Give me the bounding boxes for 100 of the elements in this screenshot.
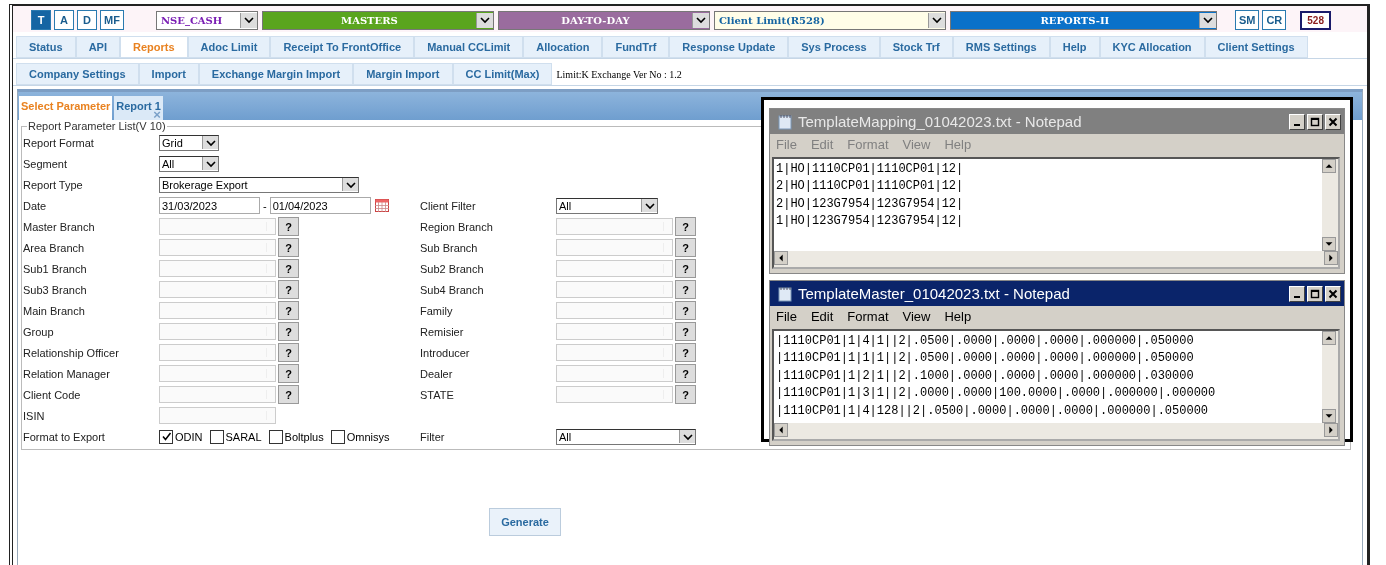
menu-item[interactable]: Format [847,309,889,324]
lookup-button[interactable]: ? [675,385,696,404]
horizontal-scrollbar[interactable] [774,423,1338,439]
input-field[interactable] [159,260,276,277]
input-field[interactable] [556,281,673,298]
nav-tab[interactable]: FundTrf [602,36,670,58]
menu-item[interactable]: Help [944,309,972,324]
toolbar-button[interactable]: CR [1262,10,1287,30]
nav-tab[interactable]: Response Update [669,36,789,58]
nav-tab[interactable]: CC Limit(Max) [452,63,553,85]
input-field[interactable] [556,260,673,277]
nav-tab[interactable]: KYC Allocation [1099,36,1205,58]
calendar-icon[interactable] [374,199,389,212]
lookup-button[interactable]: ? [675,238,696,257]
minimize-icon[interactable] [1289,113,1305,130]
nav-tab[interactable]: Status [16,36,76,58]
nav-tab[interactable]: Adoc Limit [187,36,271,58]
select-field[interactable]: Grid [159,134,219,151]
select-field[interactable]: Brokerage Export [159,176,359,193]
nav-tab[interactable]: Help [1049,36,1100,58]
select-field[interactable]: All [159,155,219,172]
date-field[interactable]: 31/03/2023 [159,197,260,214]
nav-tab[interactable]: Sys Process [788,36,880,58]
field-label: STATE [420,388,455,401]
nav-tab[interactable]: Manual CCLimit [414,36,524,58]
nav-tab[interactable]: Receipt To FrontOffice [270,36,415,58]
lookup-button[interactable]: ? [675,280,696,299]
lookup-button[interactable]: ? [278,343,299,362]
lookup-button[interactable]: ? [675,322,696,341]
lookup-button[interactable]: ? [675,364,696,383]
field-label: Relation Manager [23,367,111,380]
notepad-icon [778,285,792,302]
date-field[interactable]: 01/04/2023 [269,197,371,214]
vertical-scrollbar[interactable] [1322,331,1338,423]
mode-button[interactable]: T [31,10,51,30]
menu-item[interactable]: View [902,309,931,324]
nav-tab[interactable]: API [75,36,120,58]
vertical-scrollbar[interactable] [1322,159,1338,251]
select-field[interactable]: All [556,428,696,445]
menu-item[interactable]: Edit [810,309,834,324]
input-field[interactable] [159,407,276,424]
text-area[interactable]: 1|HO|1110CP01|1110CP01|12| 2|HO|1110CP01|1110CP01|12| 2|HO|123G7954|123G7954|12| 1|HO|123G7954|123G7954|12| [772,157,1340,269]
checkbox[interactable] [330,429,345,444]
input-field[interactable] [159,365,276,382]
lookup-button[interactable]: ? [675,259,696,278]
nav-tab[interactable]: Client Settings [1204,36,1308,58]
input-field[interactable] [159,281,276,298]
input-field[interactable] [159,302,276,319]
lookup-button[interactable]: ? [278,238,299,257]
close-icon[interactable] [1325,285,1341,302]
select-field[interactable]: All [556,197,658,214]
lookup-button[interactable]: ? [278,301,299,320]
nav-tab[interactable]: Import [138,63,199,85]
checkbox[interactable] [209,429,224,444]
menu-dropdown[interactable]: Client Limit(R528) [713,10,946,30]
minimize-icon[interactable] [1289,285,1305,302]
nav-tab[interactable]: Exchange Margin Import [198,63,354,85]
input-field[interactable] [159,323,276,340]
input-field[interactable] [159,386,276,403]
maximize-icon[interactable] [1307,113,1323,130]
menu-dropdown[interactable]: DAY-TO-DAY [497,10,710,30]
horizontal-scrollbar[interactable] [774,251,1338,267]
lookup-button[interactable]: ? [675,217,696,236]
input-field[interactable] [556,218,673,235]
nav-tab[interactable]: Margin Import [353,63,453,85]
input-field[interactable] [556,344,673,361]
input-field[interactable] [159,344,276,361]
input-field[interactable] [556,386,673,403]
input-field[interactable] [556,302,673,319]
close-icon[interactable] [1325,113,1341,130]
nav-tab[interactable]: RMS Settings [952,36,1050,58]
lookup-button[interactable]: ? [278,217,299,236]
input-field[interactable] [556,365,673,382]
page-tab[interactable]: Report 1× [114,96,163,120]
toolbar-button[interactable]: SM [1234,10,1260,30]
lookup-button[interactable]: ? [675,301,696,320]
lookup-button[interactable]: ? [278,364,299,383]
mode-button[interactable]: D [77,10,97,30]
menu-item[interactable]: File [776,309,797,324]
text-area[interactable] [772,329,1340,441]
lookup-button[interactable]: ? [675,343,696,362]
lookup-button[interactable]: ? [278,322,299,341]
lookup-button[interactable]: ? [278,259,299,278]
mode-button[interactable]: MF [100,10,124,30]
input-field[interactable] [556,323,673,340]
checkbox[interactable] [268,429,283,444]
menu-dropdown[interactable]: NSE_CASH [155,10,258,30]
input-field[interactable] [159,218,276,235]
maximize-icon[interactable] [1307,285,1323,302]
lookup-button[interactable]: ? [278,385,299,404]
nav-tab[interactable]: Company Settings [16,63,139,85]
input-field[interactable] [159,239,276,256]
input-field[interactable] [556,239,673,256]
mode-button[interactable]: A [54,10,74,30]
nav-tab[interactable]: Stock Trf [879,36,953,58]
nav-tab[interactable]: Allocation [523,36,603,58]
generate-button[interactable]: Generate [489,508,561,536]
checkbox[interactable] [159,429,173,444]
lookup-button[interactable]: ? [278,280,299,299]
menu-dropdown[interactable]: REPORTS-II [949,10,1217,30]
